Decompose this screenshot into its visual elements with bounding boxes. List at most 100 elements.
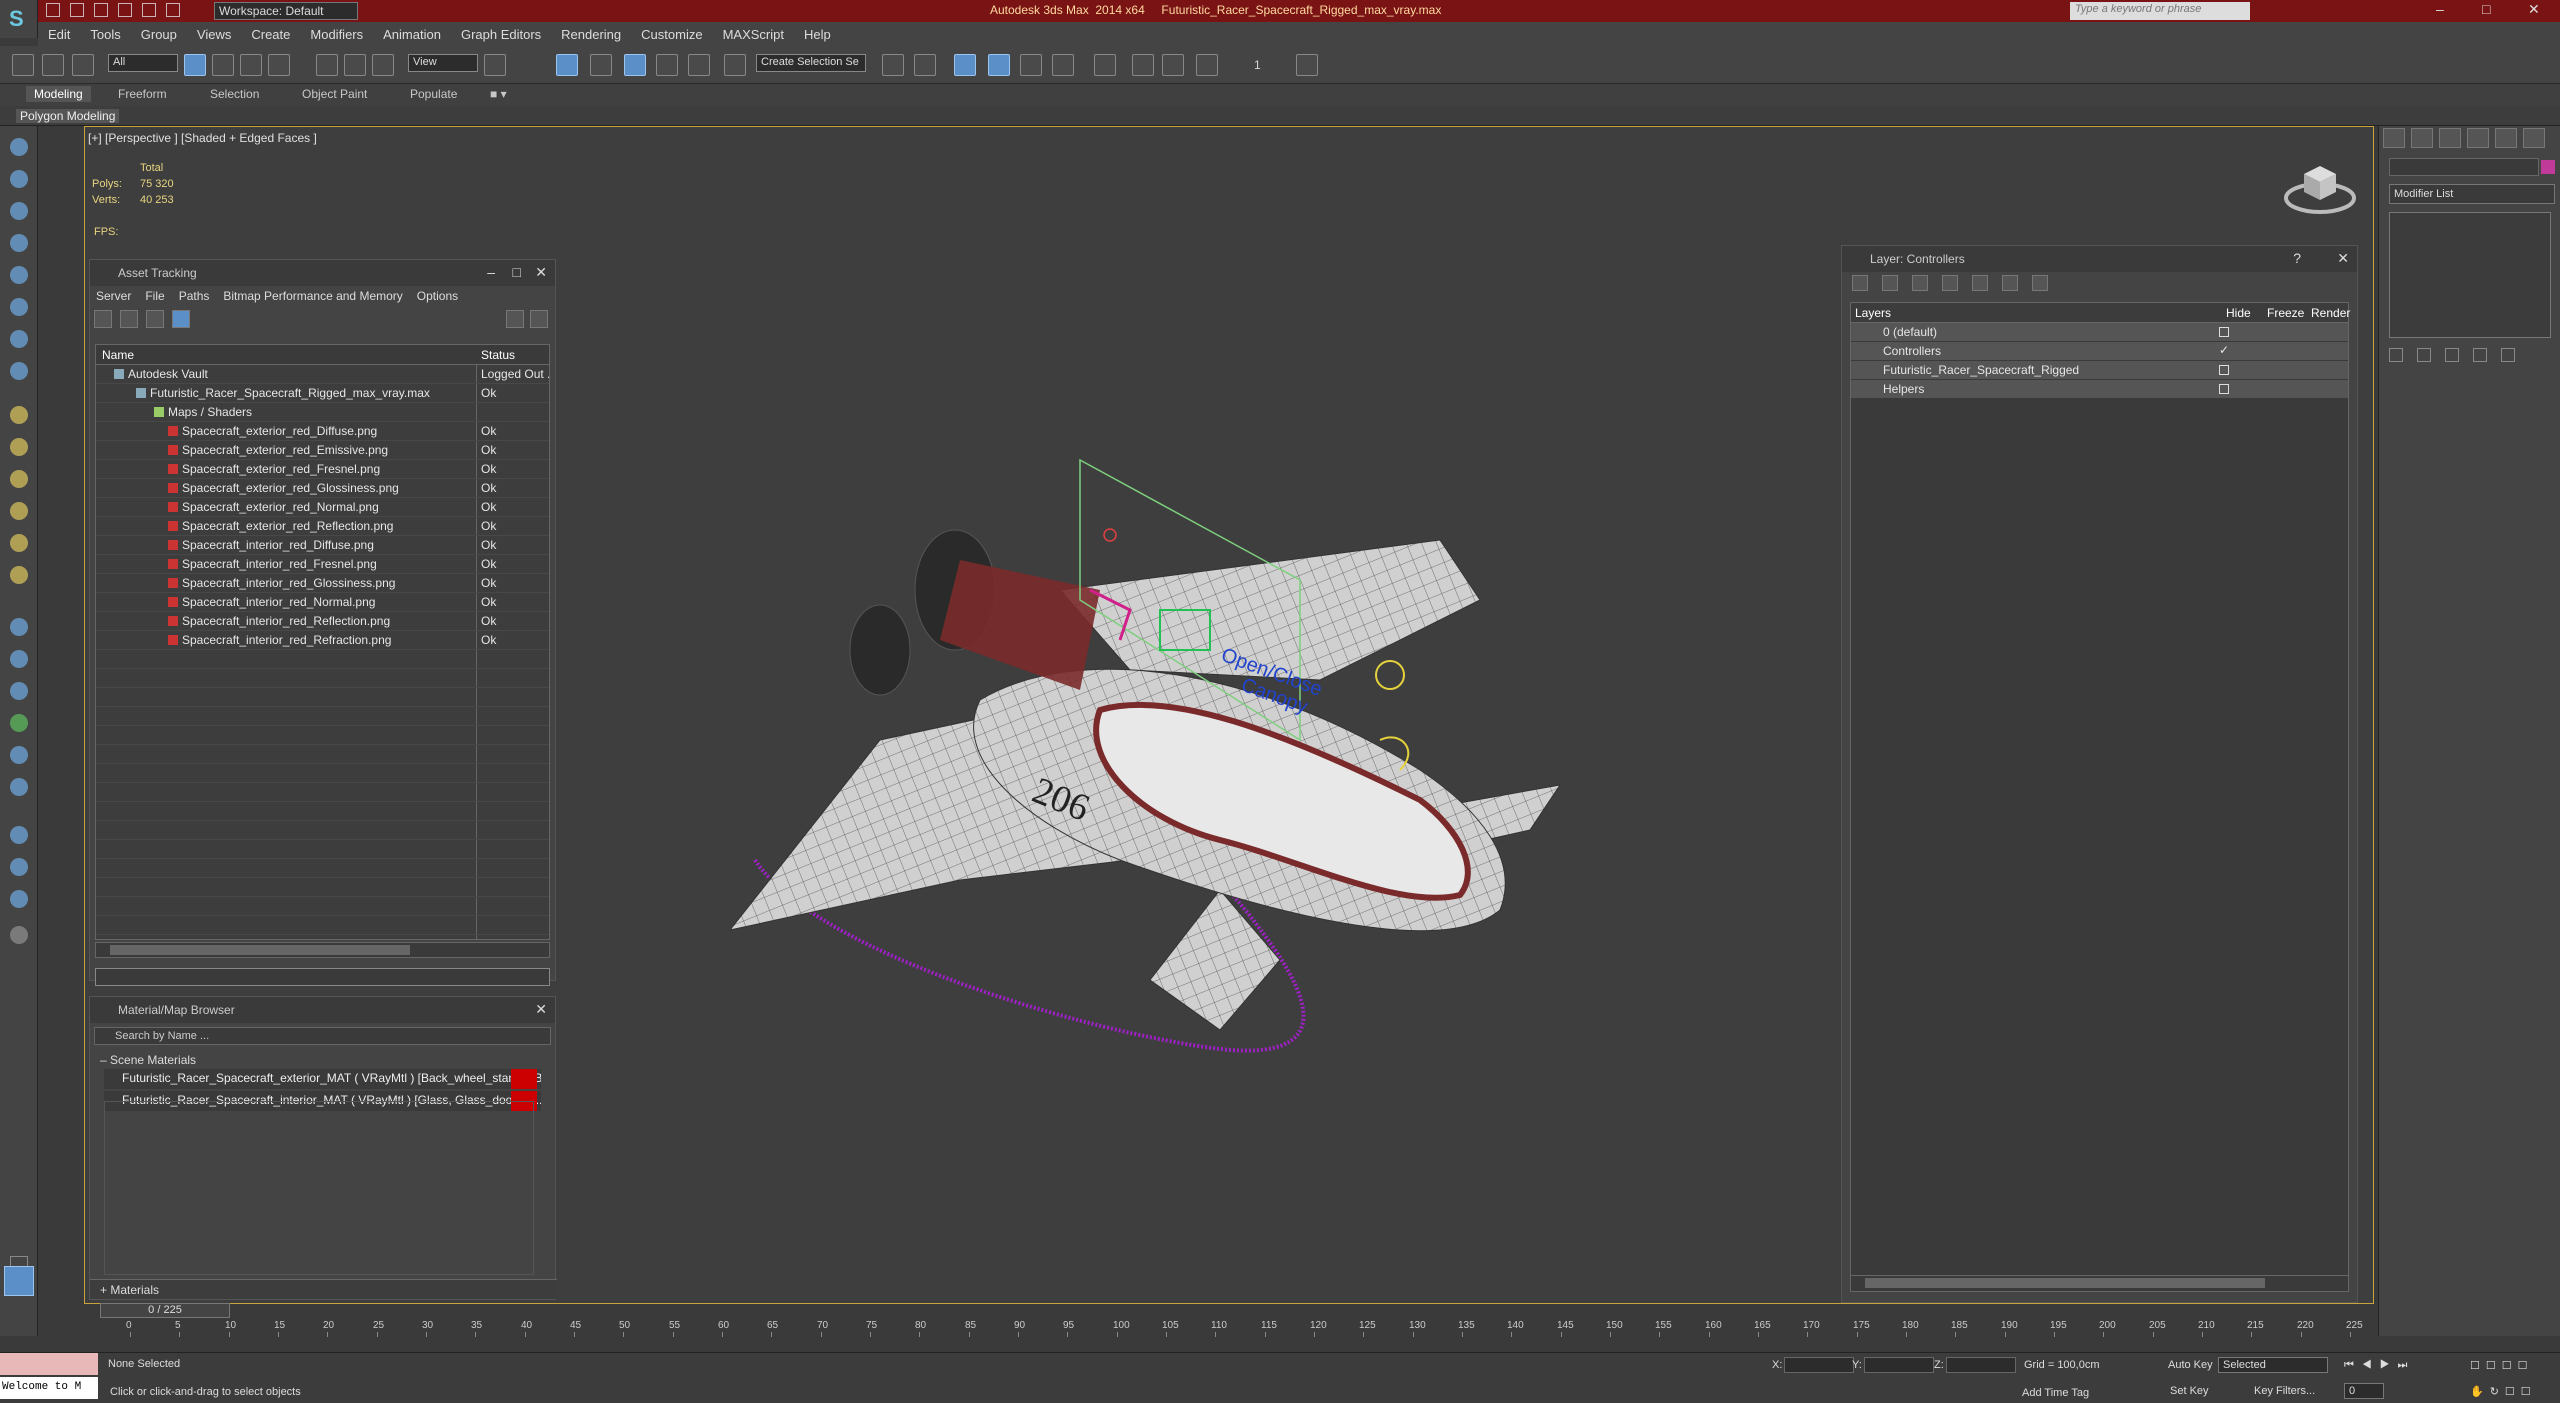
close-icon[interactable]: ✕ — [535, 1001, 547, 1018]
left-tool-icon[interactable] — [10, 650, 28, 668]
create-tab-icon[interactable] — [2383, 128, 2405, 148]
window-crossing-icon[interactable] — [268, 54, 290, 76]
materials-section-footer[interactable]: + Materials — [90, 1279, 557, 1299]
shape-tool-icon[interactable] — [10, 502, 28, 520]
key-mode-dropdown[interactable]: Selected — [2218, 1357, 2328, 1373]
left-tool-icon[interactable] — [10, 778, 28, 796]
help-icon[interactable] — [10, 926, 28, 944]
horizontal-scrollbar[interactable] — [95, 942, 550, 958]
layer-explorer-icon[interactable] — [954, 54, 976, 76]
table-row[interactable]: Futuristic_Racer_Spacecraft_Rigged_max_v… — [96, 384, 549, 403]
show-end-result-icon[interactable] — [2417, 348, 2431, 362]
table-row[interactable]: Spacecraft_exterior_red_Normal.png Ok — [96, 498, 549, 517]
add-time-tag[interactable]: Add Time Tag — [2022, 1387, 2089, 1399]
layer-horizontal-scrollbar[interactable] — [1851, 1275, 2348, 1291]
set-key-button[interactable]: Set Key — [2170, 1385, 2209, 1397]
spacecraft-model[interactable]: 206 Open/Close Canopy — [700, 440, 1600, 1080]
percent-snap-icon[interactable] — [656, 54, 678, 76]
left-tool-icon[interactable] — [10, 202, 28, 220]
menu-create[interactable]: Create — [241, 27, 300, 42]
angle-snap-icon[interactable] — [624, 54, 646, 76]
material-editor-icon[interactable] — [1094, 54, 1116, 76]
select-object-icon[interactable] — [184, 54, 206, 76]
asset-path-field[interactable] — [95, 968, 550, 986]
yellow-controller[interactable] — [1375, 660, 1405, 690]
snap-toggle-icon[interactable] — [590, 54, 612, 76]
current-frame-field[interactable]: 0 — [2344, 1383, 2384, 1399]
menu-animation[interactable]: Animation — [373, 27, 451, 42]
app-logo-icon[interactable]: S — [0, 0, 38, 38]
menu-modifiers[interactable]: Modifiers — [300, 27, 373, 42]
hide-checkbox[interactable] — [2219, 327, 2229, 337]
hierarchy-tab-icon[interactable] — [2439, 128, 2461, 148]
viewport-label[interactable]: [+] [Perspective ] [Shaded + Edged Faces… — [88, 131, 317, 145]
select-by-name-icon[interactable] — [212, 54, 234, 76]
scale-icon[interactable] — [372, 54, 394, 76]
redo-icon[interactable] — [142, 3, 156, 17]
viewport-layout-icon[interactable] — [4, 1266, 34, 1296]
left-tool-icon[interactable] — [10, 826, 28, 844]
workspace-dropdown[interactable]: Workspace: Default — [214, 2, 358, 20]
scene-materials-section[interactable]: – Scene Materials — [90, 1053, 555, 1067]
viewcube-icon[interactable] — [2280, 156, 2360, 220]
object-name-field[interactable] — [2389, 158, 2539, 176]
modifier-list-dropdown[interactable]: Modifier List — [2389, 184, 2555, 204]
active-layer-check-icon[interactable]: ✓ — [2219, 343, 2229, 357]
layer-row-spacecraft[interactable]: Futuristic_Racer_Spacecraft_Rigged — [1851, 361, 2348, 380]
align-icon[interactable] — [914, 54, 936, 76]
tree-view-icon[interactable] — [146, 310, 164, 328]
menu-edit[interactable]: Edit — [38, 27, 80, 42]
left-tool-icon[interactable] — [10, 858, 28, 876]
configure-sets-icon[interactable] — [2501, 348, 2515, 362]
curve-editor-icon[interactable] — [1052, 54, 1074, 76]
shape-tool-icon[interactable] — [10, 406, 28, 424]
table-row[interactable]: Spacecraft_interior_red_Normal.png Ok — [96, 593, 549, 612]
key-filters-button[interactable]: Key Filters... — [2254, 1385, 2315, 1397]
search-input[interactable]: Type a keyword or phrase — [2070, 2, 2250, 20]
tab-selection[interactable]: Selection — [210, 87, 259, 101]
layer-window-titlebar[interactable]: Layer: Controllers ? ✕ — [1842, 246, 2357, 272]
table-row[interactable]: Maps / Shaders — [96, 403, 549, 422]
shape-tool-icon[interactable] — [10, 438, 28, 456]
asset-tracking-titlebar[interactable]: Asset Tracking – □ ✕ — [90, 260, 555, 286]
menu-graph-editors[interactable]: Graph Editors — [451, 27, 551, 42]
menu-rendering[interactable]: Rendering — [551, 27, 631, 42]
scrollbar-thumb[interactable] — [110, 945, 410, 955]
left-tool-icon[interactable] — [10, 138, 28, 156]
display-tab-icon[interactable] — [2495, 128, 2517, 148]
menu-file[interactable]: File — [145, 289, 164, 303]
remove-modifier-icon[interactable] — [2473, 348, 2487, 362]
polygon-modeling-tab[interactable]: Polygon Modeling — [16, 109, 120, 123]
maximize-icon[interactable]: □ — [513, 264, 521, 280]
time-slider[interactable]: 0 / 225 — [100, 1303, 230, 1318]
left-tool-icon[interactable] — [10, 266, 28, 284]
left-tool-icon[interactable] — [10, 330, 28, 348]
hide-checkbox[interactable] — [2219, 365, 2229, 375]
table-row[interactable]: Spacecraft_exterior_red_Glossiness.png Ok — [96, 479, 549, 498]
table-view-icon[interactable] — [172, 310, 190, 328]
pivot-center-icon[interactable] — [484, 54, 506, 76]
table-row[interactable]: Spacecraft_interior_red_Diffuse.png Ok — [96, 536, 549, 555]
save-file-icon[interactable] — [94, 3, 108, 17]
left-tool-icon[interactable] — [10, 618, 28, 636]
left-tool-icon[interactable] — [10, 234, 28, 252]
table-row[interactable]: Spacecraft_exterior_red_Fresnel.png Ok — [96, 460, 549, 479]
utilities-tab-icon[interactable] — [2523, 128, 2545, 148]
selection-filter-dropdown[interactable]: All — [108, 54, 178, 72]
playback-controls-icon[interactable]: ⏮◀▶⏭ — [2344, 1359, 2415, 1372]
rectangle-selection-icon[interactable] — [240, 54, 262, 76]
material-item-exterior[interactable]: Futuristic_Racer_Spacecraft_exterior_MAT… — [104, 1069, 541, 1089]
left-tool-icon[interactable] — [10, 890, 28, 908]
motion-tab-icon[interactable] — [2467, 128, 2489, 148]
column-freeze[interactable]: Freeze — [2267, 306, 2304, 320]
menu-paths[interactable]: Paths — [179, 289, 210, 303]
column-status-header[interactable]: Status — [481, 348, 515, 362]
menu-bitmap-performance[interactable]: Bitmap Performance and Memory — [223, 289, 402, 303]
shape-tool-icon[interactable] — [10, 470, 28, 488]
left-tool-icon[interactable] — [10, 682, 28, 700]
z-coord-field[interactable] — [1946, 1357, 2016, 1373]
pin-stack-icon[interactable] — [2389, 348, 2403, 362]
spinner-snap-icon[interactable] — [688, 54, 710, 76]
minimize-icon[interactable]: – — [487, 264, 495, 280]
close-icon[interactable]: ✕ — [2337, 250, 2349, 267]
